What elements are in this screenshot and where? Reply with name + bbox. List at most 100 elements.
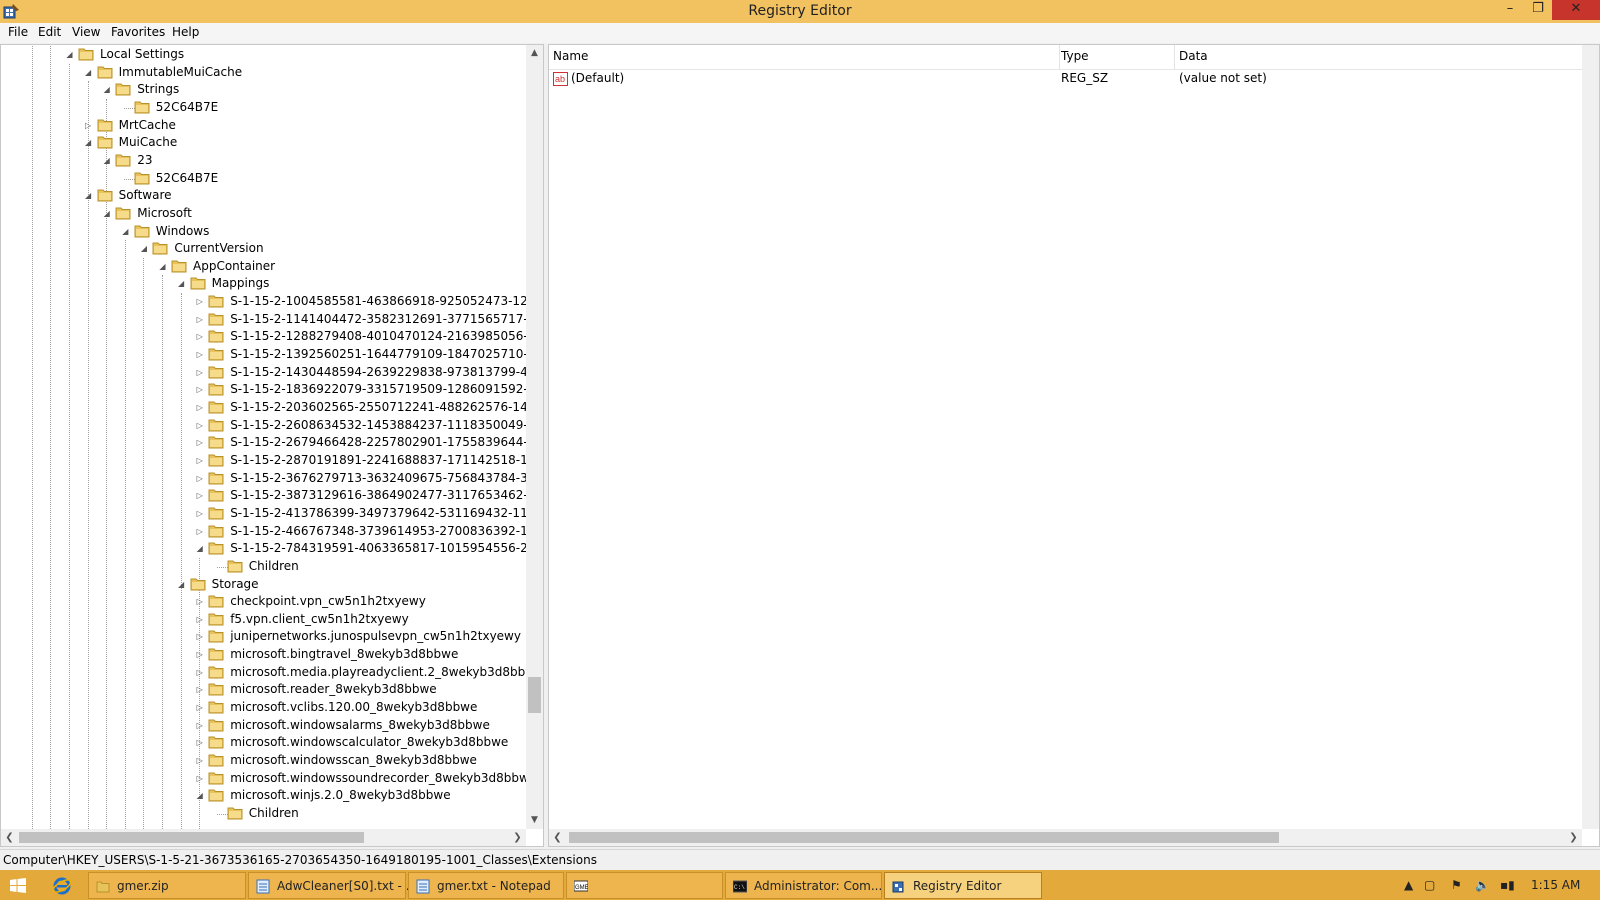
menu-favorites[interactable]: Favorites	[111, 25, 165, 39]
start-button[interactable]	[10, 878, 26, 893]
scroll-left-icon[interactable]: ❮	[549, 829, 566, 846]
minimize-button[interactable]: –	[1496, 0, 1524, 20]
expanded-arrow-icon[interactable]: ◢	[177, 579, 186, 591]
expanded-arrow-icon[interactable]: ◢	[102, 84, 111, 96]
taskbar-gmer-app[interactable]: GMER	[566, 872, 723, 899]
collapsed-arrow-icon[interactable]: ▷	[195, 631, 204, 643]
action-center-flag-icon[interactable]: ⚑	[1451, 870, 1462, 900]
collapsed-arrow-icon[interactable]: ▷	[195, 720, 204, 732]
collapsed-arrow-icon[interactable]: ▷	[195, 420, 204, 432]
expanded-arrow-icon[interactable]: ◢	[195, 543, 204, 555]
expanded-arrow-icon[interactable]: ◢	[65, 49, 74, 61]
collapsed-arrow-icon[interactable]: ▷	[195, 702, 204, 714]
collapsed-arrow-icon[interactable]: ▷	[195, 384, 204, 396]
collapsed-arrow-icon[interactable]: ▷	[84, 120, 93, 132]
registry-key-tree[interactable]: ◢ Local Settings ◢ ImmutableMuiCache ◢ String…	[0, 44, 544, 847]
values-vertical-scrollbar[interactable]	[1582, 45, 1599, 829]
collapsed-arrow-icon[interactable]: ▷	[195, 526, 204, 538]
expanded-arrow-icon[interactable]: ◢	[102, 155, 111, 167]
taskbar-gmer-zip[interactable]: gmer.zip	[88, 872, 246, 899]
collapsed-arrow-icon[interactable]: ▷	[195, 596, 204, 608]
menu-file[interactable]: File	[8, 25, 28, 39]
maximize-button[interactable]: ❐	[1524, 0, 1552, 20]
scroll-left-icon[interactable]: ❮	[1, 829, 18, 846]
taskbar-admin-cmd[interactable]: C:\ Administrator: Com...	[725, 872, 882, 899]
collapsed-arrow-icon[interactable]: ▷	[195, 437, 204, 449]
expanded-arrow-icon[interactable]: ◢	[121, 226, 130, 238]
network-signal-icon[interactable]: ▪▮	[1500, 870, 1515, 900]
folder-icon	[208, 401, 224, 414]
scroll-right-icon[interactable]: ❯	[509, 829, 526, 846]
values-list-header: Name Type Data	[549, 45, 1599, 70]
collapsed-arrow-icon[interactable]: ▷	[195, 455, 204, 467]
collapsed-arrow-icon[interactable]: ▷	[195, 349, 204, 361]
expanded-arrow-icon[interactable]: ◢	[195, 790, 204, 802]
collapsed-arrow-icon[interactable]: ▷	[195, 314, 204, 326]
tree-vertical-scrollbar[interactable]: ▲ ▼	[526, 45, 543, 829]
tree-node-label: Windows	[155, 223, 210, 238]
collapsed-arrow-icon[interactable]: ▷	[195, 773, 204, 785]
collapsed-arrow-icon[interactable]: ▷	[195, 614, 204, 626]
column-name-header[interactable]: Name	[553, 49, 588, 63]
folder-icon	[208, 454, 224, 467]
collapsed-arrow-icon[interactable]: ▷	[195, 331, 204, 343]
folder-icon	[78, 48, 94, 61]
show-hidden-icons-icon[interactable]: ▲	[1404, 870, 1413, 900]
collapsed-arrow-icon[interactable]: ▷	[195, 490, 204, 502]
collapsed-arrow-icon[interactable]: ▷	[195, 402, 204, 414]
taskbar-adwcleaner[interactable]: AdwCleaner[S0].txt - ...	[248, 872, 417, 899]
expanded-arrow-icon[interactable]: ◢	[84, 67, 93, 79]
values-horizontal-scrollbar[interactable]: ❮ ❯	[549, 829, 1582, 846]
tree-node-label: S-1-15-2-3873129616-3864902477-311765346…	[230, 488, 543, 503]
scroll-up-icon[interactable]: ▲	[526, 45, 543, 62]
folder-icon	[134, 172, 150, 185]
notepad-icon	[256, 879, 270, 894]
expanded-arrow-icon[interactable]: ◢	[84, 137, 93, 149]
tree-horizontal-scrollbar[interactable]: ❮ ❯	[1, 829, 526, 846]
clock[interactable]: 1:15 AM	[1531, 870, 1580, 900]
column-type-header[interactable]: Type	[1061, 49, 1089, 63]
scroll-right-icon[interactable]: ❯	[1565, 829, 1582, 846]
column-divider[interactable]	[1059, 45, 1060, 69]
taskbar-gmer-notepad[interactable]: gmer.txt - Notepad	[408, 872, 564, 899]
expanded-arrow-icon[interactable]: ◢	[177, 278, 186, 290]
internet-explorer-icon[interactable]	[52, 876, 72, 896]
folder-icon	[208, 366, 224, 379]
expanded-arrow-icon[interactable]: ◢	[139, 243, 148, 255]
column-data-header[interactable]: Data	[1179, 49, 1208, 63]
close-button[interactable]: ✕	[1552, 0, 1600, 20]
scroll-down-icon[interactable]: ▼	[526, 812, 543, 829]
value-row-default[interactable]: ab (Default) REG_SZ (value not set)	[549, 69, 1579, 89]
collapsed-arrow-icon[interactable]: ▷	[195, 684, 204, 696]
collapsed-arrow-icon[interactable]: ▷	[195, 667, 204, 679]
collapsed-arrow-icon[interactable]: ▷	[195, 296, 204, 308]
collapsed-arrow-icon[interactable]: ▷	[195, 367, 204, 379]
title-bar[interactable]: Registry Editor – ❐ ✕	[0, 0, 1600, 23]
collapsed-arrow-icon[interactable]: ▷	[195, 737, 204, 749]
folder-icon	[208, 330, 224, 343]
volume-icon[interactable]: 🔈	[1475, 870, 1490, 900]
expanded-arrow-icon[interactable]: ◢	[84, 190, 93, 202]
tree-node-label: S-1-15-2-784319591-4063365817-1015954556…	[230, 541, 543, 556]
maximize-icon: ❐	[1532, 1, 1544, 16]
collapsed-arrow-icon[interactable]: ▷	[195, 649, 204, 661]
folder-icon	[208, 489, 224, 502]
column-divider[interactable]	[1174, 45, 1175, 69]
collapsed-arrow-icon[interactable]: ▷	[195, 473, 204, 485]
taskbar-item-label: gmer.txt - Notepad	[437, 879, 551, 893]
tree-vertical-scroll-thumb[interactable]	[528, 677, 541, 713]
tree-node-label: Strings	[137, 82, 180, 97]
expanded-arrow-icon[interactable]: ◢	[102, 208, 111, 220]
taskbar-registry-editor[interactable]: Registry Editor	[884, 872, 1042, 899]
device-icon[interactable]: ▢	[1424, 870, 1435, 900]
expanded-arrow-icon[interactable]: ◢	[158, 261, 167, 273]
collapsed-arrow-icon[interactable]: ▷	[195, 755, 204, 767]
values-horizontal-scroll-thumb[interactable]	[569, 832, 1279, 843]
menu-view[interactable]: View	[72, 25, 100, 39]
menu-help[interactable]: Help	[172, 25, 199, 39]
menu-edit[interactable]: Edit	[38, 25, 61, 39]
registry-values-list[interactable]: Name Type Data ab (Default) REG_SZ (valu…	[548, 44, 1600, 847]
collapsed-arrow-icon[interactable]: ▷	[195, 508, 204, 520]
tree-horizontal-scroll-thumb[interactable]	[19, 832, 364, 843]
tree-node-label: Microsoft	[137, 205, 192, 220]
